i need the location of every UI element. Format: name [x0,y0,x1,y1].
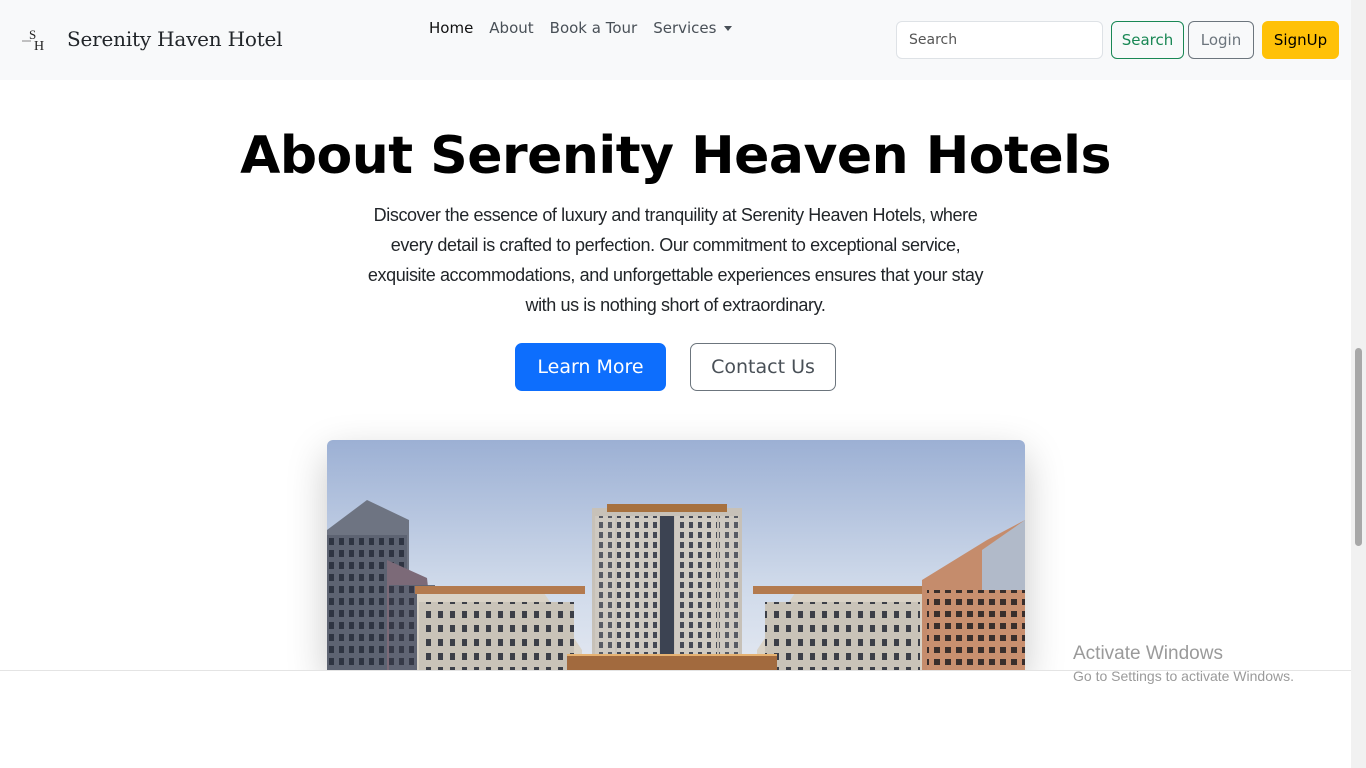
learn-more-button[interactable]: Learn More [515,343,666,391]
hotel-image [327,440,1025,670]
brand-logo-icon: S H [22,27,44,54]
login-button[interactable]: Login [1188,21,1254,59]
watermark-title: Activate Windows [1073,643,1223,664]
search-button[interactable]: Search [1111,21,1184,59]
page-title: About Serenity Heaven Hotels [240,126,1111,186]
nav-about[interactable]: About [489,17,533,39]
svg-text:H: H [34,39,44,54]
contact-us-button[interactable]: Contact Us [690,343,836,391]
nav-book-a-tour[interactable]: Book a Tour [550,17,638,39]
nav-links: Home About Book a Tour Services [429,17,748,39]
navbar: S H Serenity Haven Hotel Home About Book… [0,0,1351,80]
vertical-scrollbar[interactable] [1351,0,1366,768]
brand[interactable]: S H Serenity Haven Hotel [22,24,283,54]
nav-home[interactable]: Home [429,17,473,39]
caret-down-icon [724,26,733,31]
hotel-building-illustration [327,440,1025,670]
signup-button[interactable]: SignUp [1262,21,1339,59]
watermark-subtitle: Go to Settings to activate Windows. [1073,668,1294,684]
scrollbar-thumb[interactable] [1355,348,1362,546]
activate-windows-watermark: Activate Windows Go to Settings to activ… [1073,643,1294,686]
search-input[interactable] [896,21,1103,59]
nav-services-dropdown[interactable]: Services [653,17,733,39]
brand-name: Serenity Haven Hotel [67,27,283,51]
hero-lead-text: Discover the essence of luxury and tranq… [367,205,984,315]
nav-services-label: Services [653,19,717,37]
